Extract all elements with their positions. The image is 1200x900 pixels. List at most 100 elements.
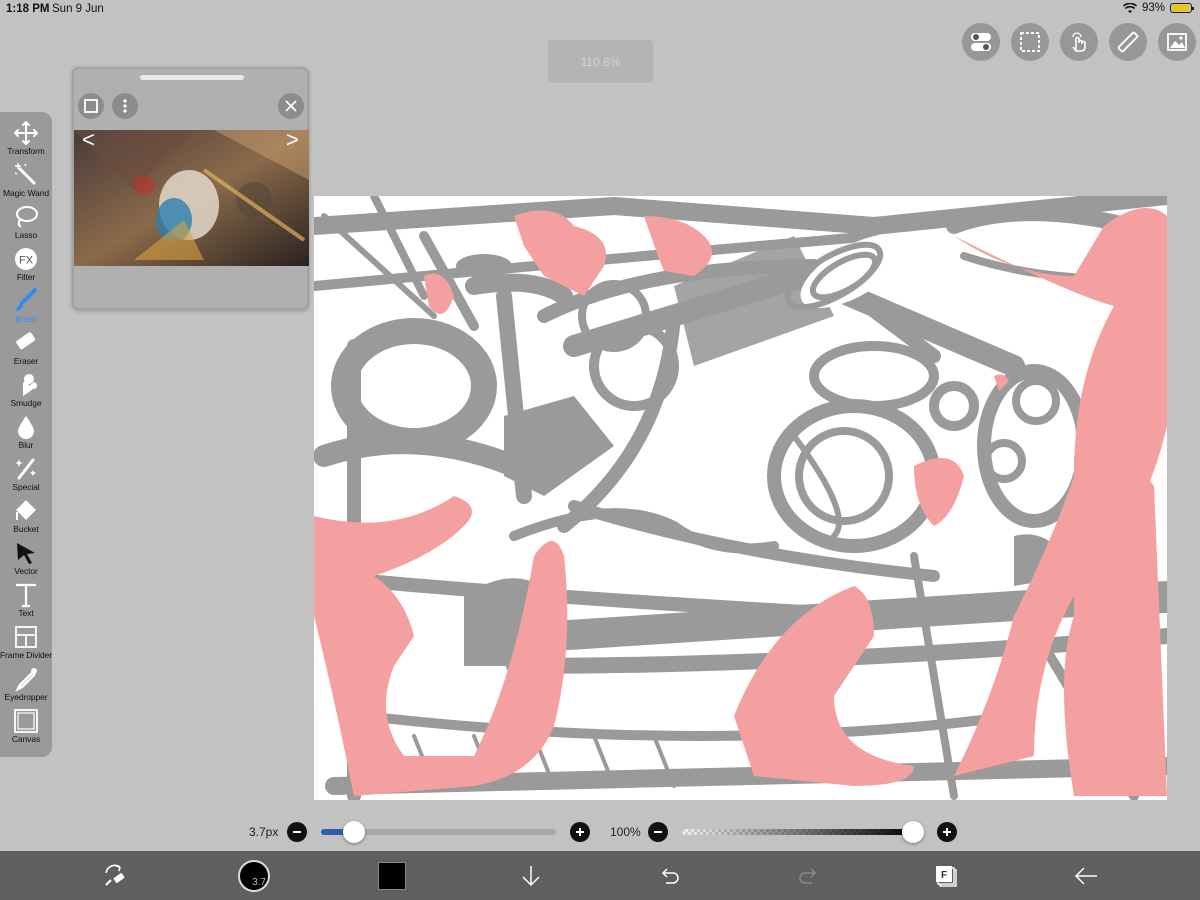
- reference-next-button[interactable]: >: [286, 129, 299, 151]
- battery-percent: 93%: [1141, 2, 1165, 14]
- reference-close-button[interactable]: [278, 93, 304, 119]
- tool-magic-wand[interactable]: Magic Wand: [0, 162, 52, 204]
- eyedropper-icon: [15, 668, 37, 692]
- reference-menu-button[interactable]: [112, 93, 138, 119]
- quick-swap-button[interactable]: [95, 851, 135, 900]
- bucket-icon: [16, 500, 36, 520]
- magic-wand-icon: [14, 163, 37, 186]
- tool-bucket[interactable]: Bucket: [0, 498, 52, 540]
- color-picker-button[interactable]: [377, 851, 407, 900]
- toggle-settings-icon: [971, 33, 991, 51]
- tool-lasso[interactable]: Lasso: [0, 204, 52, 246]
- tool-label: Special: [12, 482, 40, 492]
- tool-smudge[interactable]: Smudge: [0, 372, 52, 414]
- brush-size-slider-handle[interactable]: [343, 821, 366, 843]
- top-tools: [962, 23, 1196, 61]
- ruler-button[interactable]: [1109, 23, 1147, 61]
- gallery-button[interactable]: [1158, 23, 1196, 61]
- zoom-indicator: 110.8%: [548, 40, 653, 83]
- opacity-slider-handle[interactable]: [902, 821, 924, 843]
- tool-frame-divider[interactable]: Frame Divider: [0, 624, 52, 666]
- hand-gesture-button[interactable]: [1060, 23, 1098, 61]
- status-time: 1:18 PM: [6, 3, 50, 15]
- sketch-artwork: [314, 196, 1167, 800]
- tool-label: Frame Divider: [0, 650, 53, 660]
- tool-eyedropper[interactable]: Eyedropper: [0, 666, 52, 708]
- status-bar: 1:18 PM Sun 9 Jun 93%: [0, 0, 1200, 18]
- gallery-icon: [1167, 33, 1187, 51]
- svg-text:F: F: [941, 870, 947, 881]
- current-color-swatch: [378, 861, 406, 890]
- redo-button[interactable]: [793, 851, 823, 900]
- opacity-decrease-button[interactable]: [648, 822, 668, 842]
- text-icon: [16, 583, 36, 608]
- tool-text[interactable]: Text: [0, 582, 52, 624]
- selection-icon: [1020, 32, 1040, 52]
- battery-fill: [1172, 5, 1189, 11]
- brush-size-decrease-button[interactable]: [287, 822, 307, 842]
- reference-prev-button[interactable]: <: [82, 129, 95, 151]
- save-down-button[interactable]: [516, 851, 546, 900]
- tool-vector[interactable]: Vector: [0, 540, 52, 582]
- tool-label: Eraser: [13, 356, 39, 366]
- bottom-toolbar: 3.7 F: [0, 851, 1200, 900]
- wifi-icon: [1122, 2, 1137, 13]
- redo-icon: [799, 867, 817, 884]
- svg-text:FX: FX: [19, 255, 34, 267]
- brush-size-increase-button[interactable]: [570, 822, 590, 842]
- brush-size-preview: 3.7: [238, 859, 270, 892]
- arrow-left-icon: [1074, 866, 1097, 885]
- tool-label: Bucket: [13, 524, 39, 534]
- vector-icon: [17, 543, 35, 564]
- arrow-down-icon: [522, 865, 540, 886]
- filter-icon: FX: [15, 248, 37, 270]
- tool-eraser[interactable]: Eraser: [0, 330, 52, 372]
- drawing-canvas[interactable]: [314, 196, 1167, 800]
- opacity-slider[interactable]: [682, 829, 917, 835]
- back-button[interactable]: [1070, 851, 1102, 900]
- blur-icon: [18, 416, 34, 439]
- undo-button[interactable]: [655, 851, 685, 900]
- minus-icon: [654, 831, 662, 833]
- plus-icon: [576, 828, 584, 836]
- minus-icon: [293, 831, 301, 833]
- transform-icon: [14, 121, 38, 145]
- opacity-increase-button[interactable]: [937, 822, 957, 842]
- tool-filter[interactable]: FX Filter: [0, 246, 52, 288]
- status-right: 93%: [1122, 2, 1194, 14]
- canvas-icon: [14, 709, 38, 733]
- tool-special[interactable]: Special: [0, 456, 52, 498]
- reference-fit-button[interactable]: [78, 93, 104, 119]
- lasso-icon: [16, 206, 38, 228]
- undo-icon: [661, 867, 679, 884]
- tool-transform[interactable]: Transform: [0, 120, 52, 162]
- layers-icon: F: [936, 865, 957, 887]
- reference-window[interactable]: < >: [72, 67, 309, 310]
- opacity-label: 100%: [610, 825, 641, 839]
- tool-label: Eyedropper: [4, 692, 48, 702]
- tool-canvas[interactable]: Canvas: [0, 708, 52, 750]
- square-icon: [84, 99, 98, 113]
- tool-label: Blur: [18, 440, 34, 450]
- ruler-icon: [1117, 31, 1139, 53]
- tool-blur[interactable]: Blur: [0, 414, 52, 456]
- battery-icon: [1170, 3, 1194, 13]
- smudge-icon: [23, 374, 38, 396]
- brush-size-preview-button[interactable]: 3.7: [236, 851, 272, 900]
- layers-button[interactable]: F: [930, 851, 962, 900]
- more-vertical-icon: [123, 99, 127, 113]
- reference-drag-handle[interactable]: [140, 75, 244, 80]
- hand-gesture-icon: [1072, 32, 1086, 52]
- selection-button[interactable]: [1011, 23, 1049, 61]
- tool-brush[interactable]: Brush: [0, 288, 52, 330]
- tool-label: Magic Wand: [3, 188, 49, 198]
- tool-label: Vector: [14, 566, 38, 576]
- brush-icon: [16, 288, 37, 311]
- frame-divider-icon: [15, 626, 37, 648]
- tool-label: Lasso: [14, 230, 38, 240]
- tool-label: Filter: [16, 272, 36, 282]
- toggle-settings-button[interactable]: [962, 23, 1000, 61]
- left-toolbar: Transform Magic Wand Lasso FX Filter Bru…: [0, 112, 52, 757]
- brush-eraser-swap-icon: [105, 864, 125, 886]
- tool-label: Smudge: [10, 398, 42, 408]
